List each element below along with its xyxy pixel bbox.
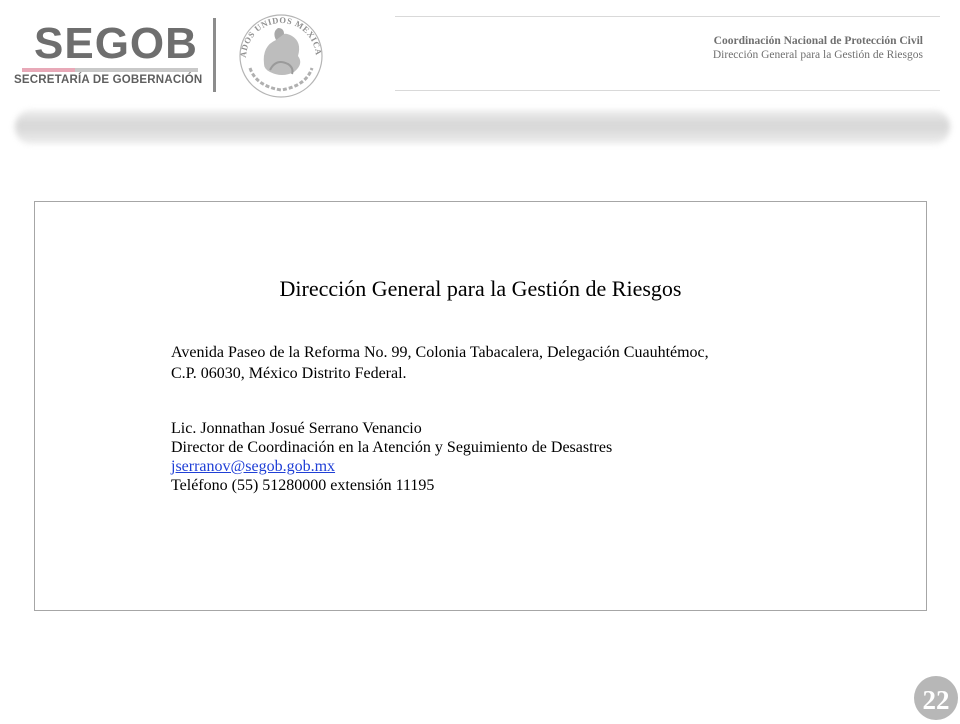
page-number-badge: 22 [914,676,958,720]
contact-role: Director de Coordinación en la Atención … [171,439,613,456]
logo-divider [213,18,216,92]
content-box: Dirección General para la Gestión de Rie… [34,201,927,611]
address-line-2: C.P. 06030, México Distrito Federal. [171,365,407,382]
header: SEGOB SECRETARÍA DE GOBERNACIÓN ESTADOS … [0,0,960,110]
coat-of-arms-seal-icon: ESTADOS UNIDOS MEXICANOS [232,6,323,98]
contact-block: Lic. Jonnathan Josué Serrano Venancio Di… [171,419,612,495]
segob-logo-text: SEGOB [34,19,198,68]
segob-logo: SEGOB SECRETARÍA DE GOBERNACIÓN [12,20,202,92]
content-title: Dirección General para la Gestión de Rie… [279,276,682,301]
segob-logo-subtitle: SECRETARÍA DE GOBERNACIÓN [14,74,203,86]
header-rule-top [395,16,940,17]
org-subtitle: Dirección General para la Gestión de Rie… [712,49,923,61]
header-shadow-band [15,110,950,144]
address-block: Avenida Paseo de la Reforma No. 99, Colo… [171,342,709,384]
contact-phone: Teléfono (55) 51280000 extensión 11195 [171,477,435,494]
header-org-text: Coordinación Nacional de Protección Civi… [713,34,923,63]
address-line-1: Avenida Paseo de la Reforma No. 99, Colo… [171,344,709,361]
contact-email-link[interactable]: jserranov@segob.gob.mx [171,458,335,475]
contact-name: Lic. Jonnathan Josué Serrano Venancio [171,420,422,437]
header-rule-bottom [395,90,940,91]
segob-logo-bar [22,68,198,72]
org-name: Coordinación Nacional de Protección Civi… [713,35,923,47]
